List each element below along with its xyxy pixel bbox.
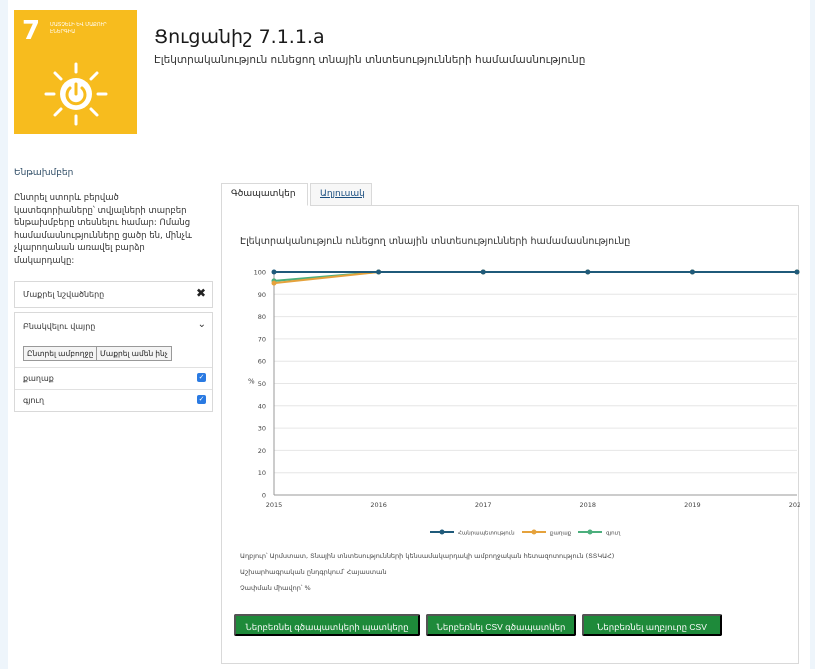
subgroups-heading: Ենթախմբեր <box>14 168 74 178</box>
x-tick-label: 2016 <box>370 501 387 509</box>
option-label: գյուղ <box>23 396 45 405</box>
tab-table[interactable]: Աղյուսակ <box>310 183 372 206</box>
legend-marker <box>439 529 445 535</box>
data-point <box>271 269 277 275</box>
y-tick-label: 90 <box>258 291 266 299</box>
chart-title: Էլեկտրականություն ունեցող տնային տնտեսու… <box>240 236 631 247</box>
geo-note: Աշխարհագրական ընդգրկում՝ Հայաստան <box>240 568 387 576</box>
clear-selected-label: Մաքրել նշվածները <box>23 290 105 299</box>
unit-note: Չափման միավոր՝ % <box>240 584 311 592</box>
y-tick-label: 10 <box>258 469 266 477</box>
x-tick-label: 2017 <box>475 501 492 509</box>
page-subtitle: Էլեկտրականություն ունեցող տնային տնտեսու… <box>154 54 586 66</box>
data-point <box>480 269 486 275</box>
sun-power-icon <box>44 62 108 126</box>
y-tick-label: 60 <box>258 358 266 366</box>
y-tick-label: 70 <box>258 335 266 343</box>
x-tick-label: 2015 <box>266 501 283 509</box>
area-filter: Բնակվելու վայրը ⌄ Ընտրել ամբողջը Մաքրել … <box>14 312 213 412</box>
legend-label: գյուղ <box>606 531 621 537</box>
goal-text: ՄԱՏՉԵԼԻ ԵՎ ՄԱՔՈՒՐ ԷՆԵՐԳԻԱ <box>50 22 107 35</box>
select-all-button[interactable]: Ընտրել ամբողջը <box>23 346 98 361</box>
option-label: քաղաք <box>23 374 54 383</box>
tab-chart[interactable]: Գծապատկեր <box>221 183 308 206</box>
close-icon[interactable]: ✖ <box>196 286 206 300</box>
legend-label: քաղաք <box>550 531 572 537</box>
filter-option[interactable]: քաղաք ✓ <box>15 367 212 389</box>
checkbox[interactable]: ✓ <box>197 373 206 382</box>
download-chart-button[interactable]: Ներբեռնել գծապատկերի պատկերը <box>234 614 420 636</box>
chevron-down-icon[interactable]: ⌄ <box>198 319 206 330</box>
data-point <box>376 269 382 275</box>
area-filter-label[interactable]: Բնակվելու վայրը <box>23 322 95 331</box>
series-line <box>273 271 797 282</box>
clear-all-button[interactable]: Մաքրել ամեն ինչ <box>96 346 172 361</box>
x-tick-label: 2019 <box>684 501 701 509</box>
subgroups-description: Ընտրել ստորև բերված կատեգորիաները՝ տվյալ… <box>14 193 192 266</box>
data-point <box>271 280 277 286</box>
line-chart: 0 10 20 30 40 50 60 70 80 90 100 2015 2016 2017 2018 20… <box>248 269 800 537</box>
legend-label: Հանրապետություն <box>458 531 515 537</box>
goal-number: 7 <box>22 16 41 46</box>
selected-filters: Մաքրել նշվածները ✖ <box>14 281 213 308</box>
y-tick-label: 80 <box>258 313 266 321</box>
data-point <box>794 269 800 275</box>
legend-marker <box>531 529 537 535</box>
x-tick-label: 2020 <box>789 501 800 509</box>
y-tick-label: 30 <box>258 425 266 433</box>
y-axis-label: % <box>248 378 255 386</box>
sdg-goal-tile: 7 ՄԱՏՉԵԼԻ ԵՎ ՄԱՔՈՒՐ ԷՆԵՐԳԻԱ <box>14 10 137 134</box>
checkbox[interactable]: ✓ <box>197 395 206 404</box>
page-title: Ցուցանիշ 7.1.1.a <box>154 26 325 48</box>
download-csv-button[interactable]: Ներբեռնել CSV գծապատկեր <box>426 614 576 636</box>
y-tick-label: 0 <box>262 492 266 500</box>
filter-option[interactable]: գյուղ ✓ <box>15 389 212 411</box>
source-note: Աղբյուր՝ Արմստատ, Տնային տնտեսություններ… <box>240 552 615 560</box>
legend-marker <box>587 529 593 535</box>
y-tick-label: 20 <box>258 447 266 455</box>
data-point <box>689 269 695 275</box>
y-tick-label: 50 <box>258 380 266 388</box>
x-tick-label: 2018 <box>580 501 597 509</box>
download-source-csv-button[interactable]: Ներբեռնել աղբյուրը CSV <box>582 614 722 636</box>
y-tick-label: 100 <box>254 269 266 277</box>
y-tick-label: 40 <box>258 402 266 410</box>
data-point <box>585 269 591 275</box>
